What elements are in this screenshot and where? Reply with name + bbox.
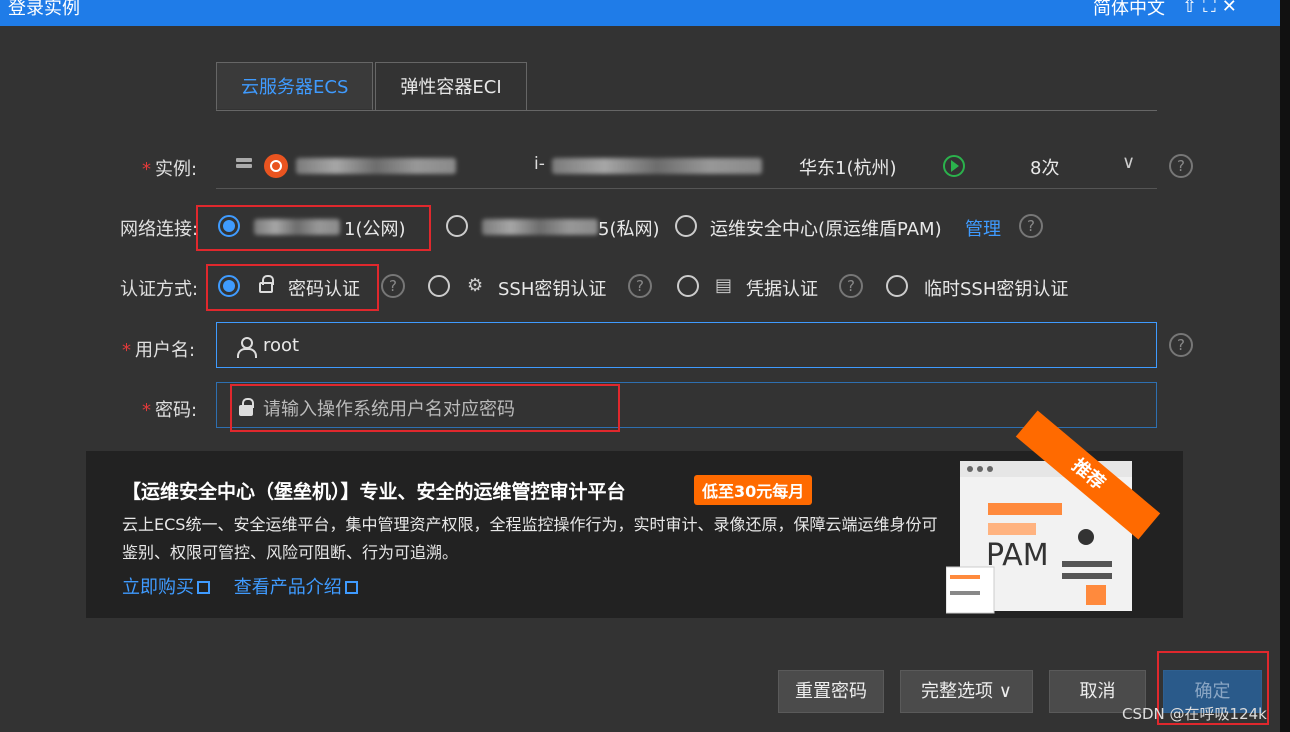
instance-id-redacted — [552, 158, 762, 174]
network-label: 网络连接: — [120, 219, 199, 240]
running-status-icon — [943, 155, 965, 177]
private-ip-redacted — [482, 219, 598, 235]
tab-bar: 云服务器ECS 弹性容器ECI — [216, 62, 527, 111]
private-network-label: 5(私网) — [598, 219, 660, 240]
banner-description: 云上ECS统一、安全运维平台，集中管理资产权限，全程监控操作行为，实时审计、录像… — [122, 515, 938, 562]
instance-select[interactable]: i- 华东1(杭州) 8次 ∨ — [216, 146, 1157, 189]
close-icon[interactable]: ✕ — [1222, 0, 1237, 17]
full-options-button[interactable]: 完整选项 ∨ — [900, 670, 1033, 713]
key-icon: ⚙ — [467, 275, 484, 296]
help-icon[interactable]: ? — [839, 274, 863, 298]
radio-pam[interactable] — [675, 215, 697, 237]
banner-title: 【运维安全中心（堡垒机）】专业、安全的运维管控审计平台 — [122, 481, 626, 503]
window-edge — [1280, 0, 1290, 732]
buy-now-link[interactable]: 立即购买 — [122, 577, 210, 598]
expand-icon[interactable]: ⛶ — [1203, 0, 1216, 17]
credential-icon: ▤ — [715, 275, 733, 296]
radio-private-network[interactable] — [446, 215, 468, 237]
help-icon[interactable]: ? — [381, 274, 405, 298]
pin-icon[interactable]: ⇧ — [1182, 0, 1197, 17]
username-value: root — [263, 335, 300, 356]
language-selector[interactable]: 简体中文 — [1093, 0, 1165, 20]
chevron-down-icon: ∨ — [998, 681, 1012, 702]
pam-promo-banner: 【运维安全中心（堡垒机）】专业、安全的运维管控审计平台 低至30元每月 云上EC… — [86, 451, 1183, 618]
username-label: * 用户名: — [122, 340, 196, 361]
pam-label: 运维安全中心(原运维盾PAM) — [710, 219, 942, 240]
tab-ecs[interactable]: 云服务器ECS — [216, 62, 374, 111]
highlight-box-auth — [206, 264, 379, 311]
tab-eci[interactable]: 弹性容器ECI — [375, 62, 527, 111]
help-icon[interactable]: ? — [1019, 214, 1043, 238]
radio-temp-ssh-auth[interactable] — [886, 275, 908, 297]
help-icon[interactable]: ? — [1169, 154, 1193, 178]
illustration-text: PAM — [986, 538, 1049, 573]
ssh-key-auth-label: SSH密钥认证 — [498, 279, 607, 300]
instance-label: * 实例: — [142, 159, 198, 180]
product-intro-link[interactable]: 查看产品介绍 — [234, 577, 358, 598]
help-icon[interactable]: ? — [1169, 333, 1193, 357]
price-badge: 低至30元每月 — [694, 475, 813, 505]
login-count: 8次 — [1030, 158, 1060, 179]
watermark: CSDN @在呼吸124k — [1122, 705, 1267, 723]
radio-credential-auth[interactable] — [677, 275, 699, 297]
radio-ssh-key-auth[interactable] — [428, 275, 450, 297]
highlight-box-password — [230, 384, 620, 432]
credential-auth-label: 凭据认证 — [746, 279, 818, 300]
instance-region: 华东1(杭州) — [799, 158, 897, 179]
external-link-icon — [197, 581, 210, 594]
login-panel — [0, 26, 1280, 732]
server-icon — [236, 158, 252, 174]
instance-name-redacted — [296, 158, 456, 174]
password-label: * 密码: — [142, 400, 198, 421]
help-icon[interactable]: ? — [628, 274, 652, 298]
auth-label: 认证方式: — [120, 279, 199, 300]
manage-link[interactable]: 管理 — [965, 215, 1001, 241]
external-link-icon — [344, 581, 358, 594]
title-bar: 登录实例 简体中文 ⇧ ⛶ ✕ — [0, 0, 1280, 26]
highlight-box-network — [196, 205, 431, 251]
chevron-down-icon[interactable]: ∨ — [1122, 152, 1135, 173]
ubuntu-icon — [264, 154, 288, 178]
username-field[interactable]: root — [216, 322, 1157, 368]
temp-ssh-auth-label: 临时SSH密钥认证 — [924, 279, 1069, 300]
reset-password-button[interactable]: 重置密码 — [778, 670, 884, 713]
instance-id-prefix: i- — [534, 154, 545, 174]
window-title: 登录实例 — [8, 0, 80, 19]
user-icon — [237, 337, 257, 358]
tab-divider — [216, 110, 1157, 111]
